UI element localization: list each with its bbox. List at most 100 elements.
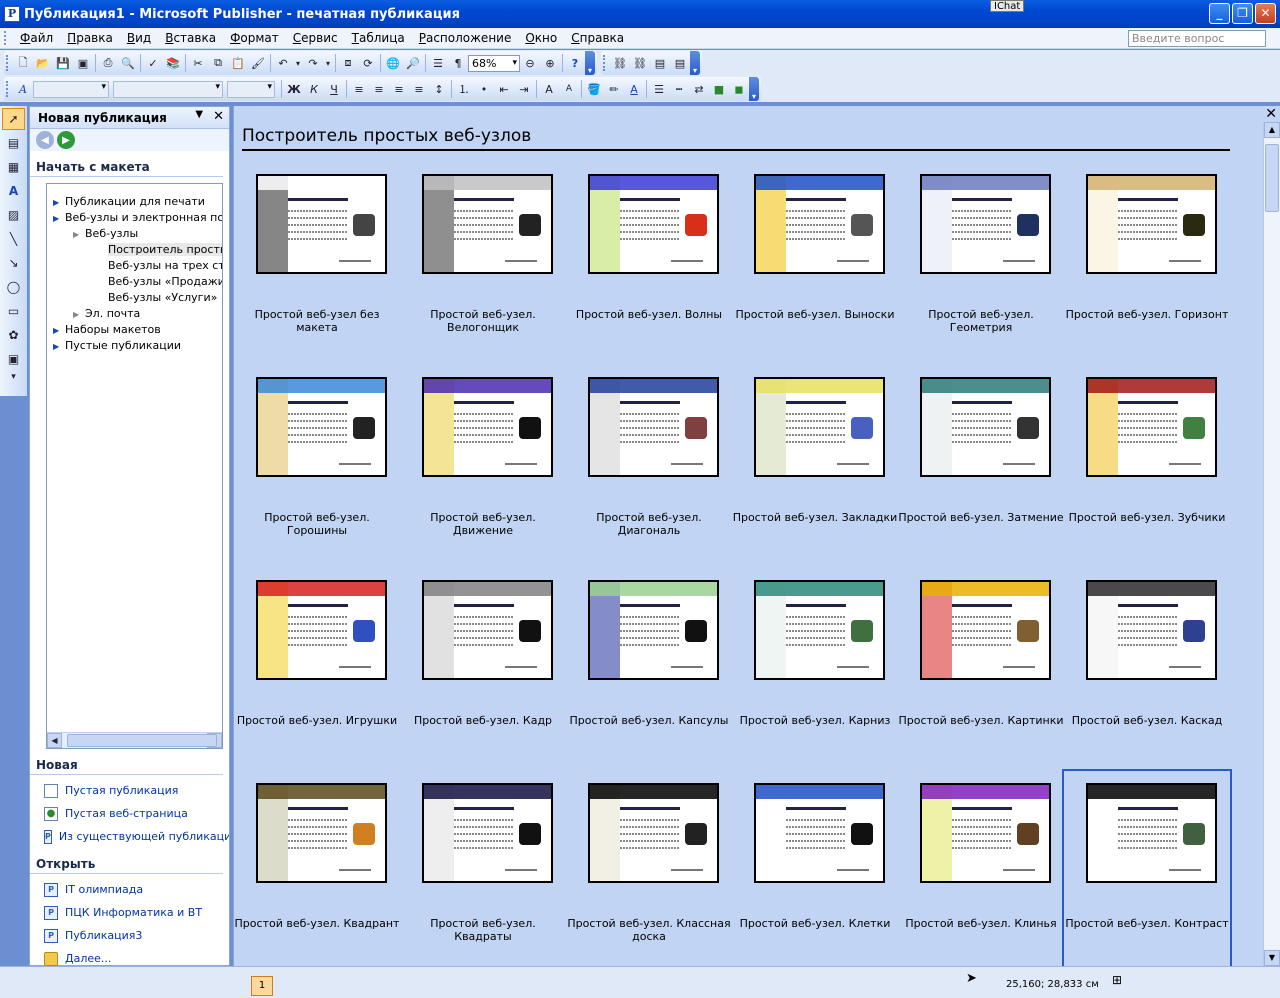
new-icon[interactable]: 🗋 bbox=[13, 53, 33, 73]
template-thumbnail[interactable] bbox=[422, 580, 553, 680]
style-combo[interactable] bbox=[33, 80, 109, 98]
font-size-combo[interactable] bbox=[227, 80, 275, 98]
rotate-icon[interactable]: ⟳ bbox=[358, 53, 378, 73]
expand-arrow-icon[interactable]: ▶ bbox=[53, 195, 65, 211]
template-card[interactable]: Простой веб-узел. Клетки bbox=[732, 771, 898, 971]
format-painter-icon[interactable]: 🖌 bbox=[248, 53, 268, 73]
menu-table[interactable]: Таблица bbox=[345, 31, 412, 45]
template-thumbnail[interactable] bbox=[754, 174, 885, 274]
dash-style-icon[interactable]: ┅ bbox=[669, 79, 689, 99]
help-icon[interactable]: ? bbox=[565, 53, 585, 73]
oval-icon[interactable]: ◯ bbox=[2, 276, 25, 298]
template-thumbnail[interactable] bbox=[422, 377, 553, 477]
line-color-icon[interactable]: ✏ bbox=[604, 79, 624, 99]
expand-arrow-icon[interactable]: ▶ bbox=[73, 227, 85, 243]
link-frames-icon[interactable]: ⛓ bbox=[610, 53, 630, 73]
web-preview-icon[interactable]: 🔎 bbox=[403, 53, 423, 73]
print-icon[interactable]: ⎙ bbox=[98, 53, 118, 73]
forward-icon[interactable]: ▶ bbox=[57, 131, 75, 149]
close-window-button[interactable]: ✕ bbox=[1255, 3, 1276, 24]
decrease-indent-icon[interactable]: ⇤ bbox=[494, 79, 514, 99]
template-thumbnail[interactable] bbox=[256, 174, 387, 274]
template-thumbnail[interactable] bbox=[754, 783, 885, 883]
expand-arrow-icon[interactable]: ▶ bbox=[53, 323, 65, 339]
permission-icon[interactable]: ▣ bbox=[73, 53, 93, 73]
tree-horizontal-scrollbar[interactable]: ◀ ▶ bbox=[47, 732, 222, 748]
arrow-icon[interactable]: ↘ bbox=[2, 252, 25, 274]
zoom-in-icon[interactable]: ⊕ bbox=[540, 53, 560, 73]
tree-item-websites-email[interactable]: ▶Веб-узлы и электронная почта bbox=[47, 210, 222, 226]
maximize-button[interactable]: ❐ bbox=[1232, 3, 1253, 24]
tree-item-simple-builder[interactable]: Построитель простых bbox=[47, 242, 222, 258]
menu-window[interactable]: Окно bbox=[518, 31, 564, 45]
template-card[interactable]: Простой веб-узел. Клинья bbox=[898, 771, 1064, 971]
from-existing-publication-link[interactable]: PИз существующей публикации... bbox=[30, 825, 229, 848]
menu-insert[interactable]: Вставка bbox=[158, 31, 223, 45]
ichat-tab[interactable]: IChat bbox=[990, 0, 1025, 12]
toolbar-grip[interactable] bbox=[6, 55, 9, 71]
tree-item-print-publications[interactable]: ▶ Публикации для печати bbox=[47, 194, 222, 210]
menu-arrange[interactable]: Расположение bbox=[412, 31, 519, 45]
redo-icon[interactable]: ↷ bbox=[303, 53, 323, 73]
task-pane-dropdown-icon[interactable]: ▼ bbox=[195, 109, 203, 124]
zoom-select[interactable]: 68% bbox=[468, 54, 520, 72]
shadow-style-icon[interactable]: ■ bbox=[709, 79, 729, 99]
copy-icon[interactable]: ⧉ bbox=[208, 53, 228, 73]
menu-grip[interactable] bbox=[4, 31, 7, 45]
unlink-frames-icon[interactable]: ⛓ bbox=[630, 53, 650, 73]
line-spacing-icon[interactable]: ↕ bbox=[429, 79, 449, 99]
menu-help[interactable]: Справка bbox=[564, 31, 631, 45]
template-thumbnail[interactable] bbox=[920, 783, 1051, 883]
gallery-close-icon[interactable]: ✕ bbox=[1265, 106, 1277, 122]
back-icon[interactable]: ◀ bbox=[36, 131, 54, 149]
paste-icon[interactable]: 📋 bbox=[228, 53, 248, 73]
open-recent-publication3[interactable]: P Публикация3 bbox=[30, 924, 229, 947]
scroll-down-icon[interactable]: ▼ bbox=[1264, 950, 1280, 966]
print-preview-icon[interactable]: 🔍 bbox=[118, 53, 138, 73]
template-card[interactable]: Простой веб-узел. Капсулы bbox=[566, 568, 732, 768]
align-right-icon[interactable]: ≡ bbox=[389, 79, 409, 99]
styles-icon[interactable]: A bbox=[13, 79, 33, 99]
template-card[interactable]: Простой веб-узел. Волны bbox=[566, 162, 732, 362]
justify-icon[interactable]: ≡ bbox=[409, 79, 429, 99]
template-thumbnail[interactable] bbox=[588, 174, 719, 274]
text-box-icon[interactable]: ▤ bbox=[2, 132, 25, 154]
research-icon[interactable]: 📚 bbox=[163, 53, 183, 73]
expand-arrow-icon[interactable]: ▶ bbox=[73, 307, 85, 323]
3d-style-icon[interactable]: ◼ bbox=[729, 79, 749, 99]
line-style-icon[interactable]: ☰ bbox=[649, 79, 669, 99]
template-card[interactable]: Простой веб-узел. Картинки bbox=[898, 568, 1064, 768]
scroll-thumb[interactable] bbox=[1265, 144, 1279, 212]
template-card[interactable]: Простой веб-узел. Движение bbox=[400, 365, 566, 565]
template-card[interactable]: Простой веб-узел. Каскад bbox=[1064, 568, 1230, 768]
shrink-font-icon[interactable]: A bbox=[559, 79, 579, 99]
template-thumbnail[interactable] bbox=[1086, 783, 1217, 883]
page-navigator[interactable]: 1 bbox=[251, 976, 273, 996]
font-color-icon[interactable]: A bbox=[624, 79, 644, 99]
spelling-icon[interactable]: ✓ bbox=[143, 53, 163, 73]
template-thumbnail[interactable] bbox=[588, 783, 719, 883]
template-card[interactable]: Простой веб-узел. Карниз bbox=[732, 568, 898, 768]
template-card[interactable]: Простой веб-узел. Геометрия bbox=[898, 162, 1064, 362]
underline-icon[interactable]: Ч bbox=[324, 79, 344, 99]
menu-tools[interactable]: Сервис bbox=[286, 31, 345, 45]
tree-item-email[interactable]: ▶ Эл. почта bbox=[47, 306, 222, 322]
expand-arrow-icon[interactable]: ▶ bbox=[53, 339, 65, 355]
font-combo[interactable] bbox=[113, 80, 223, 98]
numbering-icon[interactable]: ⒈ bbox=[454, 79, 474, 99]
tree-item-blank-publications[interactable]: ▶ Пустые публикации bbox=[47, 338, 222, 354]
template-thumbnail[interactable] bbox=[754, 377, 885, 477]
ask-question-input[interactable]: Введите вопрос bbox=[1128, 30, 1266, 47]
columns-icon[interactable]: ☰ bbox=[428, 53, 448, 73]
open-recent-it-olympiad[interactable]: P IT олимпиада bbox=[30, 878, 229, 901]
menu-view[interactable]: Вид bbox=[120, 31, 158, 45]
template-thumbnail[interactable] bbox=[1086, 174, 1217, 274]
task-pane-close-icon[interactable]: ✕ bbox=[213, 109, 224, 124]
bring-forward-icon[interactable]: ⧈ bbox=[338, 53, 358, 73]
template-card[interactable]: Простой веб-узел. Диагональ bbox=[566, 365, 732, 565]
template-card[interactable]: Простой веб-узел. Квадраты bbox=[400, 771, 566, 971]
template-thumbnail[interactable] bbox=[256, 377, 387, 477]
template-card[interactable]: Простой веб-узел. Зубчики bbox=[1064, 365, 1230, 565]
design-gallery-icon[interactable]: ▣ bbox=[2, 348, 25, 370]
template-thumbnail[interactable] bbox=[588, 377, 719, 477]
